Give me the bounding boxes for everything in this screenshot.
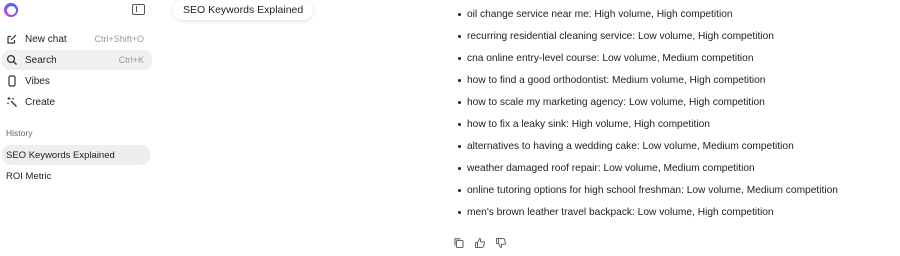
search-icon: [6, 54, 18, 66]
create-button[interactable]: Create: [2, 92, 152, 112]
sparkle-wand-icon: [6, 96, 18, 108]
compose-icon: [6, 33, 18, 45]
list-item: oil change service near me: High volume,…: [456, 3, 896, 25]
keyword-text: how to scale my marketing agency: Low vo…: [467, 96, 765, 108]
copy-icon[interactable]: [451, 236, 466, 250]
list-item: how to fix a leaky sink: High volume, Hi…: [456, 113, 896, 135]
list-item: weather damaged roof repair: Low volume,…: [456, 157, 896, 179]
bullet-icon: [458, 78, 461, 82]
search-button[interactable]: Search Ctrl+K: [2, 50, 152, 70]
sidebar: New chat Ctrl+Shift+O Search Ctrl+K Vibe…: [0, 0, 156, 256]
vibes-button[interactable]: Vibes: [2, 71, 152, 91]
bullet-icon: [458, 56, 461, 60]
bullet-icon: [458, 12, 461, 16]
keyword-text: online tutoring options for high school …: [467, 184, 838, 196]
history-item-roi-metric[interactable]: ROI Metric: [2, 166, 150, 186]
list-item: how to scale my marketing agency: Low vo…: [456, 91, 896, 113]
thumbs-down-icon[interactable]: [493, 236, 508, 250]
create-label: Create: [25, 96, 56, 108]
message-actions: [451, 236, 508, 250]
keyword-text: weather damaged roof repair: Low volume,…: [467, 162, 755, 174]
new-chat-shortcut: Ctrl+Shift+O: [94, 34, 144, 44]
new-chat-label: New chat: [25, 33, 67, 45]
chat-title[interactable]: SEO Keywords Explained: [173, 0, 314, 20]
phone-icon: [6, 75, 18, 87]
keyword-text: how to fix a leaky sink: High volume, Hi…: [467, 118, 710, 130]
keyword-text: how to find a good orthodontist: Medium …: [467, 74, 766, 86]
bullet-icon: [458, 34, 461, 38]
bullet-icon: [458, 122, 461, 126]
history-item-seo-keywords[interactable]: SEO Keywords Explained: [2, 145, 150, 165]
vibes-label: Vibes: [25, 75, 50, 87]
search-shortcut: Ctrl+K: [118, 55, 144, 65]
list-item: alternatives to having a wedding cake: L…: [456, 135, 896, 157]
list-item: cna online entry-level course: Low volum…: [456, 47, 896, 69]
bullet-icon: [458, 166, 461, 170]
bullet-icon: [458, 188, 461, 192]
new-chat-button[interactable]: New chat Ctrl+Shift+O: [2, 29, 152, 49]
bullet-icon: [458, 210, 461, 214]
keyword-text: cna online entry-level course: Low volum…: [467, 52, 754, 64]
list-item: how to find a good orthodontist: Medium …: [456, 69, 896, 91]
thumbs-up-icon[interactable]: [472, 236, 487, 250]
keyword-text: oil change service near me: High volume,…: [467, 8, 733, 20]
keyword-text: men's brown leather travel backpack: Low…: [467, 206, 774, 218]
list-item: recurring residential cleaning service: …: [456, 25, 896, 47]
search-label: Search: [25, 54, 57, 66]
keyword-text: alternatives to having a wedding cake: L…: [467, 140, 794, 152]
history-heading: History: [6, 128, 33, 138]
sidebar-toggle-icon[interactable]: [132, 4, 145, 15]
bullet-icon: [458, 144, 461, 148]
bullet-icon: [458, 100, 461, 104]
keyword-text: recurring residential cleaning service: …: [467, 30, 774, 42]
app-logo-icon[interactable]: [4, 3, 18, 17]
list-item: online tutoring options for high school …: [456, 179, 896, 201]
list-item: men's brown leather travel backpack: Low…: [456, 201, 896, 223]
keyword-list: oil change service near me: High volume,…: [456, 3, 896, 223]
